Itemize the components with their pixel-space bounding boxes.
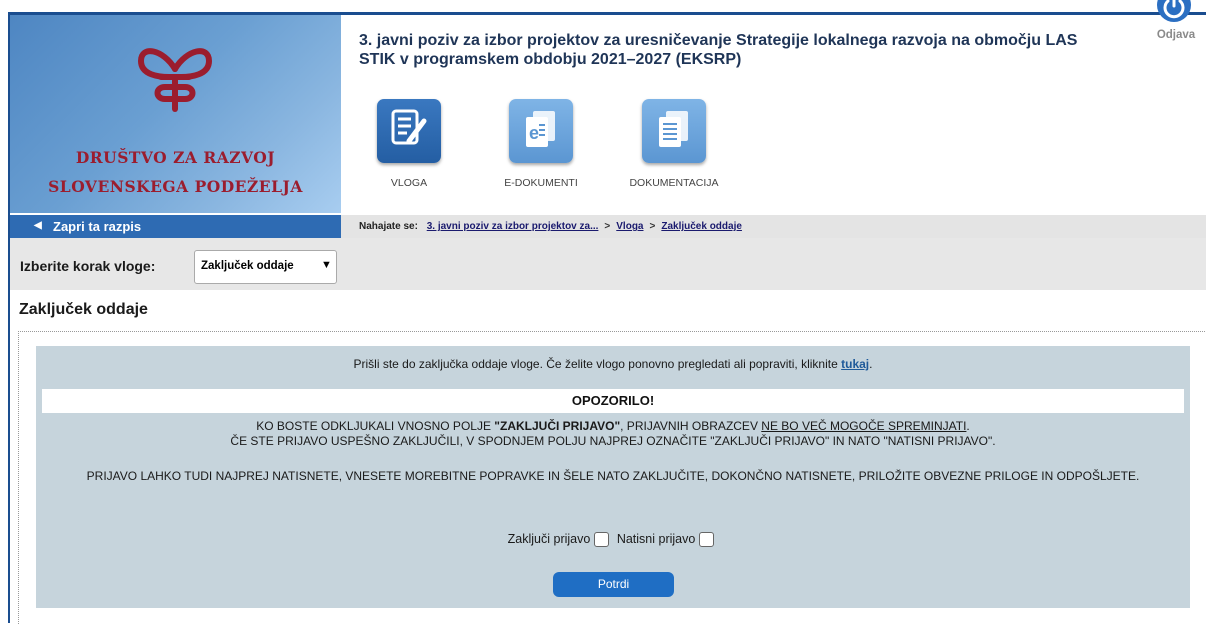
warning-underline: NE BO VEČ MOGOČE SPREMINJATI xyxy=(761,419,967,433)
header: 3. javni poziv za izbor projektov za ure… xyxy=(341,15,1206,213)
logout-button[interactable]: Odjava xyxy=(1147,0,1205,60)
breadcrumb-current[interactable]: Zaključek oddaje xyxy=(661,221,742,232)
review-link[interactable]: tukaj xyxy=(841,357,869,371)
warning-title: OPOZORILO! xyxy=(42,389,1184,413)
intro-text: Prišli ste do zaključka oddaje vloge. Če… xyxy=(36,357,1190,371)
checkbox-row: Zaključi prijavo Natisni prijavo xyxy=(36,532,1190,548)
breadcrumb-separator: > xyxy=(649,221,656,232)
triangle-down-icon: ▼ xyxy=(321,259,332,271)
step-select-value: Zaključek oddaje xyxy=(201,260,294,272)
confirm-button[interactable]: Potrdi xyxy=(553,572,674,597)
power-icon xyxy=(1157,0,1191,22)
form-pencil-icon xyxy=(377,99,441,163)
warning-text: , PRIJAVNIH OBRAZCEV xyxy=(620,419,762,433)
warning-emphasis: "ZAKLJUČI PRIJAVO" xyxy=(494,419,621,433)
call-title: 3. javni poziv za izbor projektov za ure… xyxy=(359,32,1078,68)
print-checkbox-label: Natisni prijavo xyxy=(616,532,696,546)
breadcrumb-separator: > xyxy=(604,221,611,232)
print-checkbox[interactable] xyxy=(699,532,715,548)
chevron-left-icon: ◀ xyxy=(34,220,42,231)
finish-checkbox-label: Zaključi prijavo xyxy=(507,532,591,546)
e-document-icon: e xyxy=(509,99,573,163)
breadcrumb-vloga-link[interactable]: Vloga xyxy=(616,221,643,232)
warning-text: . xyxy=(966,419,970,433)
warning-paragraph-2: ČE STE PRIJAVO USPEŠNO ZAKLJUČILI, V SPO… xyxy=(230,434,996,448)
close-call-button[interactable]: ◀ Zapri ta razpis xyxy=(10,215,341,238)
svg-text:e: e xyxy=(529,123,539,143)
nav-label-dokumentacija: DOKUMENTACIJA xyxy=(629,177,719,189)
nav-tile-dokumentacija[interactable]: DOKUMENTACIJA xyxy=(619,99,729,207)
nav-tile-e-dokumenti[interactable]: e E-DOKUMENTI xyxy=(486,99,596,207)
breadcrumb: Nahajate se: 3. javni poziv za izbor pro… xyxy=(341,215,1206,238)
intro-period: . xyxy=(869,357,873,371)
step-bar: Izberite korak vloge: Zaključek oddaje ▼ xyxy=(10,238,1206,290)
knot-logo-icon xyxy=(137,48,213,112)
intro-sentence: Prišli ste do zaključka oddaje vloge. Če… xyxy=(353,357,838,371)
logout-label: Odjava xyxy=(1156,29,1196,41)
nav-tile-vloga[interactable]: VLOGA xyxy=(354,99,464,207)
breadcrumb-call-link[interactable]: 3. javni poziv za izbor projektov za... xyxy=(427,221,599,232)
documents-icon xyxy=(642,99,706,163)
organization-name-line1: DRUŠTVO ZA RAZVOJ xyxy=(75,148,276,167)
submission-panel: Prišli ste do zaključka oddaje vloge. Če… xyxy=(36,346,1190,608)
page-title: Zaključek oddaje xyxy=(19,301,148,318)
nav-label-e-dokumenti: E-DOKUMENTI xyxy=(504,177,578,189)
step-label: Izberite korak vloge: xyxy=(20,258,156,274)
organization-name-line2: SLOVENSKEGA PODEŽELJA xyxy=(48,177,303,196)
warning-text: KO BOSTE ODKLJUKALI VNOSNO POLJE xyxy=(256,419,495,433)
nav-label-vloga: VLOGA xyxy=(390,177,428,189)
breadcrumb-lead: Nahajate se: xyxy=(359,221,418,232)
close-call-label: Zapri ta razpis xyxy=(53,219,142,234)
step-select[interactable]: Zaključek oddaje ▼ xyxy=(194,250,337,284)
warning-paragraph-3: PRIJAVO LAHKO TUDI NAJPREJ NATISNETE, VN… xyxy=(86,469,1140,483)
finish-checkbox[interactable] xyxy=(594,532,610,548)
warning-paragraph-1: KO BOSTE ODKLJUKALI VNOSNO POLJE "ZAKLJU… xyxy=(36,419,1190,434)
logo-panel: DRUŠTVO ZA RAZVOJ SLOVENSKEGA PODEŽELJA xyxy=(10,15,341,213)
